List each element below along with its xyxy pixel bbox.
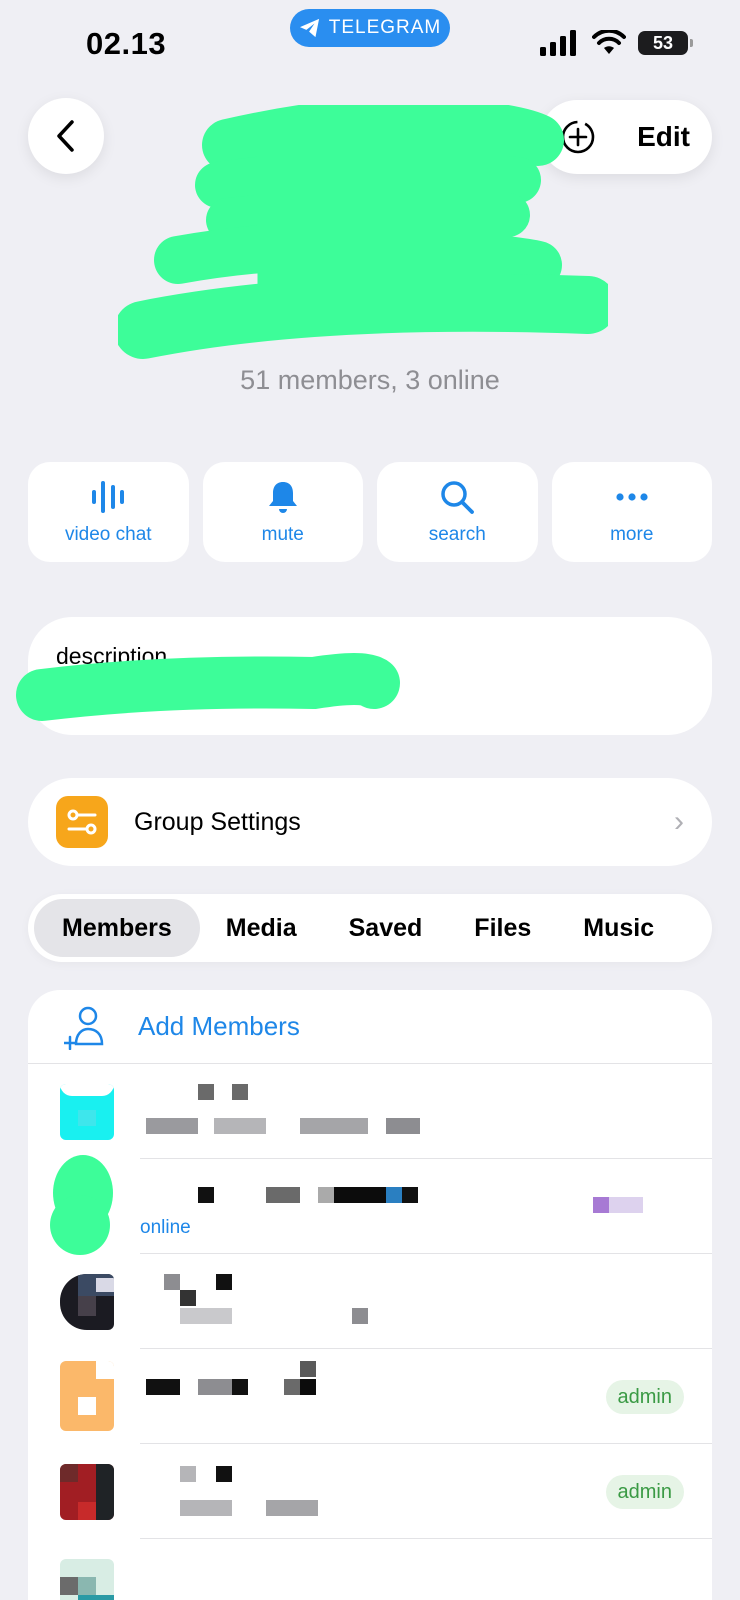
settings-sliders-icon bbox=[56, 796, 108, 848]
battery-level: 53 bbox=[652, 32, 674, 53]
member-row[interactable] bbox=[28, 1254, 712, 1349]
admin-badge: admin bbox=[605, 1475, 684, 1509]
avatar bbox=[60, 1274, 114, 1330]
avatar bbox=[60, 1361, 114, 1431]
description-card: description bbox=[16, 617, 712, 735]
more-dots-icon bbox=[616, 493, 648, 501]
group-info-screen: 02.13 TELEGRAM 53 Edit 51 members, 3 onl… bbox=[0, 0, 740, 1600]
group-settings-row[interactable]: Group Settings › bbox=[28, 778, 712, 866]
tab-members[interactable]: Members bbox=[34, 899, 200, 957]
avatar bbox=[60, 1559, 114, 1600]
member-row[interactable] bbox=[28, 1539, 712, 1600]
status-time: 02.13 bbox=[86, 26, 167, 61]
member-row[interactable] bbox=[28, 1064, 712, 1159]
more-button[interactable]: more bbox=[551, 462, 712, 562]
video-chat-button[interactable]: video chat bbox=[28, 462, 189, 562]
bell-icon bbox=[268, 482, 297, 513]
tab-files[interactable]: Files bbox=[448, 899, 557, 957]
tab-media[interactable]: Media bbox=[200, 899, 323, 957]
add-members-button[interactable]: Add Members bbox=[28, 990, 712, 1064]
status-icons: 53 bbox=[540, 30, 693, 56]
redacted-group-header bbox=[118, 105, 608, 359]
video-chat-label: video chat bbox=[64, 524, 152, 545]
mute-button[interactable]: mute bbox=[202, 462, 363, 562]
group-settings-label: Group Settings bbox=[134, 807, 301, 836]
members-list: Add Members online admin admin bbox=[28, 990, 712, 1600]
edit-button[interactable]: Edit bbox=[637, 121, 690, 153]
mute-label: mute bbox=[261, 524, 304, 545]
chevron-left-icon bbox=[57, 120, 74, 152]
tab-saved[interactable]: Saved bbox=[323, 899, 449, 957]
add-members-label: Add Members bbox=[138, 1011, 300, 1041]
magnifier-icon bbox=[441, 481, 475, 514]
battery-icon: 53 bbox=[638, 31, 693, 55]
avatar bbox=[50, 1153, 116, 1255]
avatar bbox=[60, 1464, 114, 1520]
chevron-right-icon: › bbox=[674, 805, 684, 838]
search-button[interactable]: search bbox=[377, 462, 538, 562]
media-tabs: Members Media Saved Files Music bbox=[28, 894, 712, 962]
admin-badge: admin bbox=[605, 1380, 684, 1414]
telegram-plane-icon bbox=[299, 18, 319, 38]
member-row[interactable]: admin bbox=[28, 1444, 712, 1539]
action-buttons: video chat mute search more bbox=[28, 462, 712, 562]
member-row[interactable]: online bbox=[28, 1155, 712, 1255]
avatar bbox=[60, 1084, 114, 1140]
add-user-icon bbox=[64, 1006, 104, 1050]
wifi-icon bbox=[592, 30, 626, 54]
return-to-app-pill[interactable]: TELEGRAM bbox=[290, 9, 450, 47]
member-count-subtitle: 51 members, 3 online bbox=[240, 365, 500, 395]
redacted-description bbox=[16, 653, 400, 721]
signal-icon bbox=[540, 30, 576, 56]
member-row[interactable]: admin bbox=[28, 1349, 712, 1444]
more-label: more bbox=[610, 524, 654, 545]
app-pill-label: TELEGRAM bbox=[328, 17, 442, 38]
voice-wave-icon bbox=[92, 481, 125, 513]
tab-music[interactable]: Music bbox=[557, 899, 680, 957]
search-label: search bbox=[428, 524, 486, 545]
back-button[interactable] bbox=[28, 98, 104, 174]
member-status: online bbox=[140, 1217, 191, 1238]
